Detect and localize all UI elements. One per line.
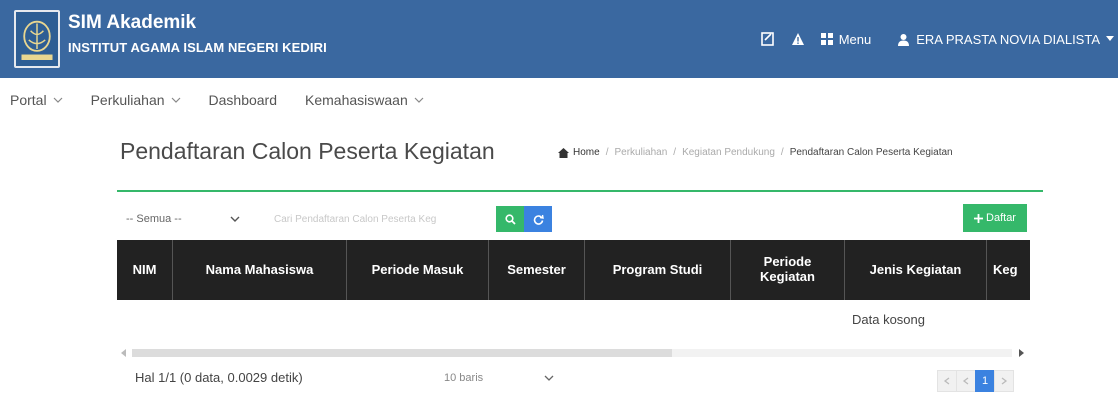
category-select[interactable]: -- Semua -- [120, 206, 246, 232]
nav-item-dashboard[interactable]: Dashboard [209, 92, 278, 108]
column-header-jenis-kegiatan[interactable]: Jenis Kegiatan [845, 240, 987, 300]
chevron-left-icon [962, 377, 969, 385]
empty-state-text: Data kosong [852, 312, 925, 327]
institution-name: INSTITUT AGAMA ISLAM NEGERI KEDIRI [68, 40, 327, 55]
column-header-semester[interactable]: Semester [489, 240, 585, 300]
column-header-nim[interactable]: NIM [117, 240, 173, 300]
breadcrumb-home[interactable]: Home [558, 147, 600, 158]
add-button-label: Daftar [986, 212, 1016, 224]
chevron-down-icon [53, 97, 63, 103]
rows-per-page-value: 10 baris [444, 372, 484, 384]
nav-item-label: Portal [10, 92, 47, 108]
chevron-down-icon [544, 375, 554, 381]
table-horizontal-scrollbar[interactable] [120, 346, 1025, 360]
nav-item-kemahasiswaan[interactable]: Kemahasiswaan [305, 92, 424, 108]
chevron-down-icon [414, 97, 424, 103]
grid-icon [820, 33, 833, 45]
plus-icon [974, 213, 984, 223]
add-registration-button[interactable]: Daftar [963, 204, 1027, 232]
breadcrumb-perkuliahan[interactable]: Perkuliahan [614, 147, 667, 158]
scroll-right-icon[interactable] [1017, 349, 1025, 357]
pagination-info: Hal 1/1 (0 data, 0.0029 detik) [135, 370, 303, 385]
chevron-down-icon [171, 97, 180, 103]
breadcrumb-separator: / [673, 147, 677, 158]
nav-item-label: Perkuliahan [90, 92, 165, 108]
warning-icon [791, 33, 804, 45]
breadcrumb-current: Pendaftaran Calon Peserta Kegiatan [789, 147, 953, 158]
menu-button[interactable]: Menu [820, 31, 872, 47]
main-nav: Portal Perkuliahan Dashboard Kemahasiswa… [0, 80, 1118, 120]
caret-down-icon [1106, 36, 1114, 41]
column-header-kegiatan[interactable]: Keg [987, 240, 1030, 300]
refresh-button[interactable] [524, 206, 552, 232]
rows-per-page-select[interactable]: 10 baris [444, 372, 554, 384]
registrations-table: NIM Nama Mahasiswa Periode Masuk Semeste… [117, 240, 1030, 300]
user-icon [898, 33, 910, 46]
user-name: ERA PRASTA NOVIA DIALISTA [916, 31, 1100, 47]
search-input[interactable] [274, 206, 494, 232]
section-divider [117, 190, 1043, 192]
pagination-current-page[interactable]: 1 [975, 370, 995, 392]
table-header: NIM Nama Mahasiswa Periode Masuk Semeste… [117, 240, 1030, 300]
breadcrumb-separator: / [780, 147, 784, 158]
nav-item-perkuliahan[interactable]: Perkuliahan [91, 92, 181, 108]
chevron-left-icon [943, 377, 950, 385]
category-select-value: -- Semua -- [126, 213, 182, 225]
home-icon [558, 147, 569, 158]
breadcrumb: Home / Perkuliahan / Kegiatan Pendukung … [558, 147, 953, 158]
pagination: 1 [937, 370, 1014, 392]
notes-icon [760, 32, 774, 46]
column-header-nama-mahasiswa[interactable]: Nama Mahasiswa [173, 240, 347, 300]
chevron-right-icon [1001, 377, 1008, 385]
pagination-first-button[interactable] [937, 370, 957, 392]
column-header-program-studi[interactable]: Program Studi [585, 240, 731, 300]
scroll-left-icon[interactable] [120, 349, 128, 357]
menu-label: Menu [838, 31, 872, 47]
warning-button[interactable] [791, 32, 805, 46]
pagination-prev-button[interactable] [956, 370, 976, 392]
search-button[interactable] [496, 206, 524, 232]
nav-item-label: Kemahasiswaan [305, 92, 408, 108]
refresh-icon [533, 214, 544, 225]
nav-item-label: Dashboard [208, 92, 278, 108]
filter-bar: -- Semua -- [120, 206, 552, 232]
column-header-periode-kegiatan[interactable]: Periode Kegiatan [731, 240, 845, 300]
top-header: SIM Akademik INSTITUT AGAMA ISLAM NEGERI… [0, 0, 1118, 78]
iain-kediri-logo[interactable] [14, 10, 60, 68]
page-title: Pendaftaran Calon Peserta Kegiatan [120, 138, 495, 164]
user-menu-button[interactable]: ERA PRASTA NOVIA DIALISTA [897, 32, 1114, 47]
breadcrumb-kegiatan-pendukung[interactable]: Kegiatan Pendukung [682, 147, 775, 158]
scrollbar-thumb[interactable] [132, 349, 672, 357]
nav-item-portal[interactable]: Portal [10, 92, 63, 108]
pagination-next-button[interactable] [994, 370, 1014, 392]
app-title: SIM Akademik [68, 12, 197, 33]
search-icon [504, 213, 516, 225]
breadcrumb-separator: / [605, 147, 609, 158]
logo-emblem-icon [21, 20, 53, 60]
column-header-periode-masuk[interactable]: Periode Masuk [347, 240, 489, 300]
notes-button[interactable] [760, 32, 775, 46]
breadcrumb-label: Home [573, 147, 600, 158]
chevron-down-icon [230, 216, 240, 222]
header-actions: Menu ERA PRASTA NOVIA DIALISTA [760, 30, 1114, 48]
